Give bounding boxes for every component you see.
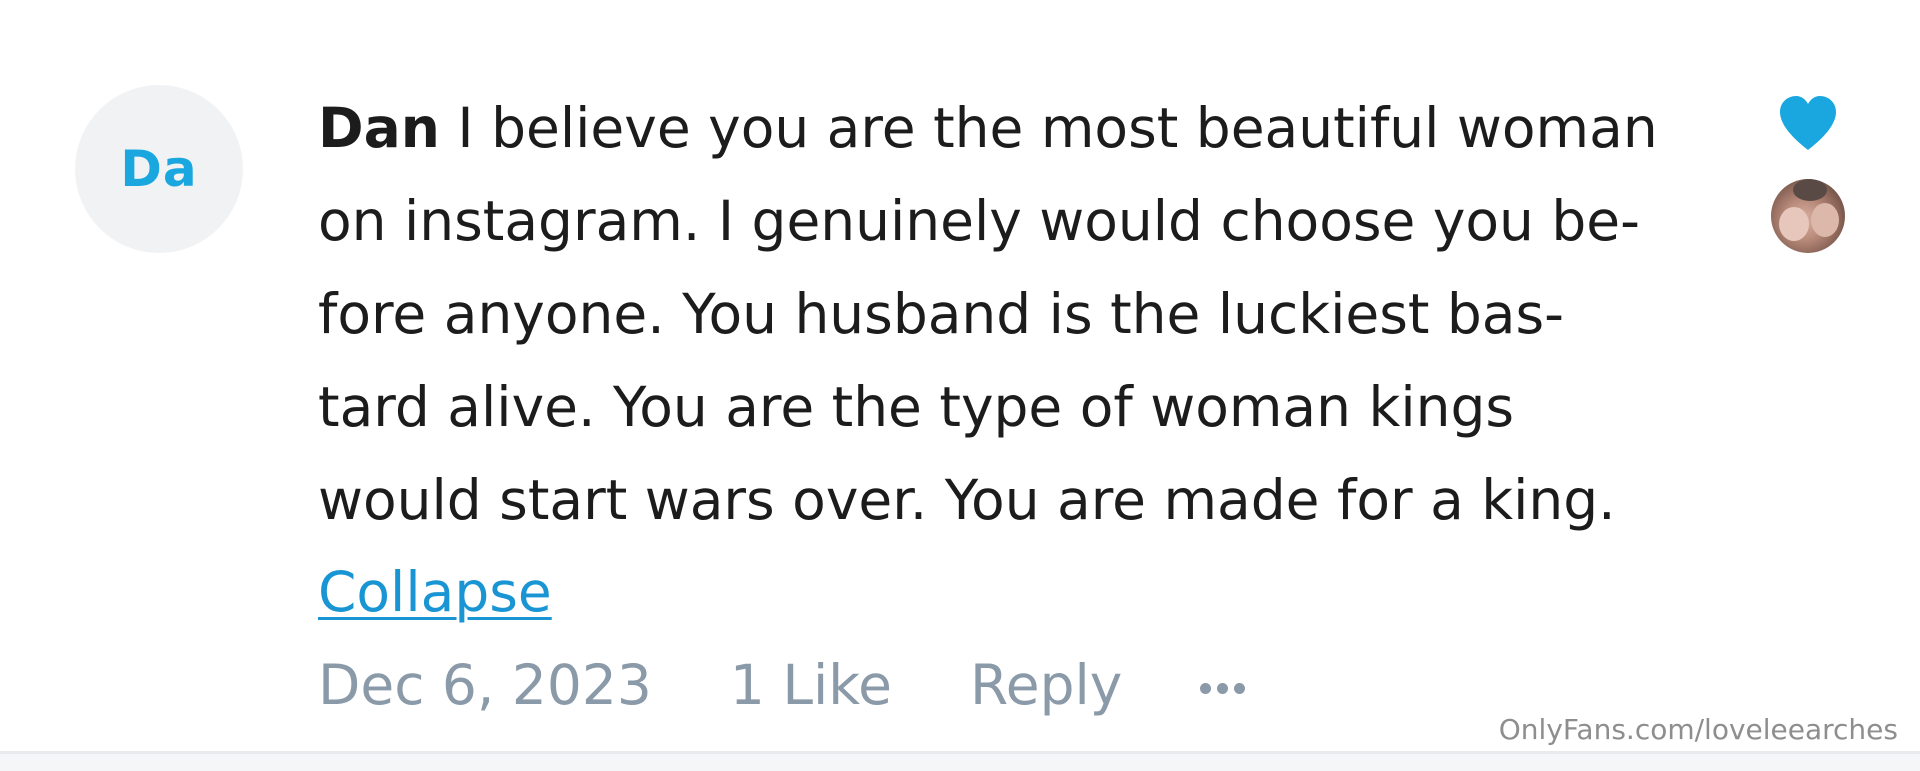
comment-author[interactable]: Dan	[318, 96, 440, 160]
comment-line: Dan I believe you are the most beautiful…	[318, 82, 1718, 175]
like-count[interactable]: 1 Like	[730, 653, 892, 717]
more-dots-icon[interactable]	[1200, 682, 1246, 694]
comment-meta: Dec 6, 2023 1 Like Reply	[318, 645, 1246, 725]
comment-text: I believe you are the most beautiful wom…	[457, 96, 1658, 160]
heart-filled-icon[interactable]	[1776, 92, 1840, 156]
liker-avatar[interactable]	[1771, 179, 1845, 253]
comment-text: fore anyone. You husband is the luckiest…	[318, 282, 1565, 346]
avatar-detail	[1793, 179, 1827, 201]
bottom-strip	[0, 754, 1920, 771]
collapse-link[interactable]: Collapse	[318, 555, 552, 630]
avatar-detail	[1811, 203, 1839, 237]
comment-text: tard alive. You are the type of woman ki…	[318, 375, 1515, 439]
comment-body: Dan I believe you are the most beautiful…	[318, 82, 1718, 547]
reply-button[interactable]: Reply	[970, 653, 1122, 717]
comment-page: Da Dan I believe you are the most beauti…	[0, 0, 1920, 771]
commenter-avatar[interactable]: Da	[75, 85, 243, 253]
comment-date: Dec 6, 2023	[318, 653, 652, 717]
avatar-detail	[1779, 207, 1809, 241]
comment-text: on instagram. I genuinely would choose y…	[318, 189, 1640, 253]
heart-shape	[1780, 96, 1836, 150]
dot	[1200, 682, 1212, 694]
avatar-initials: Da	[120, 140, 198, 198]
watermark: OnlyFans.com/loveleearches	[1498, 713, 1898, 746]
dot	[1217, 682, 1229, 694]
dot	[1234, 682, 1246, 694]
comment-text: would start wars over. You are made for …	[318, 468, 1616, 532]
